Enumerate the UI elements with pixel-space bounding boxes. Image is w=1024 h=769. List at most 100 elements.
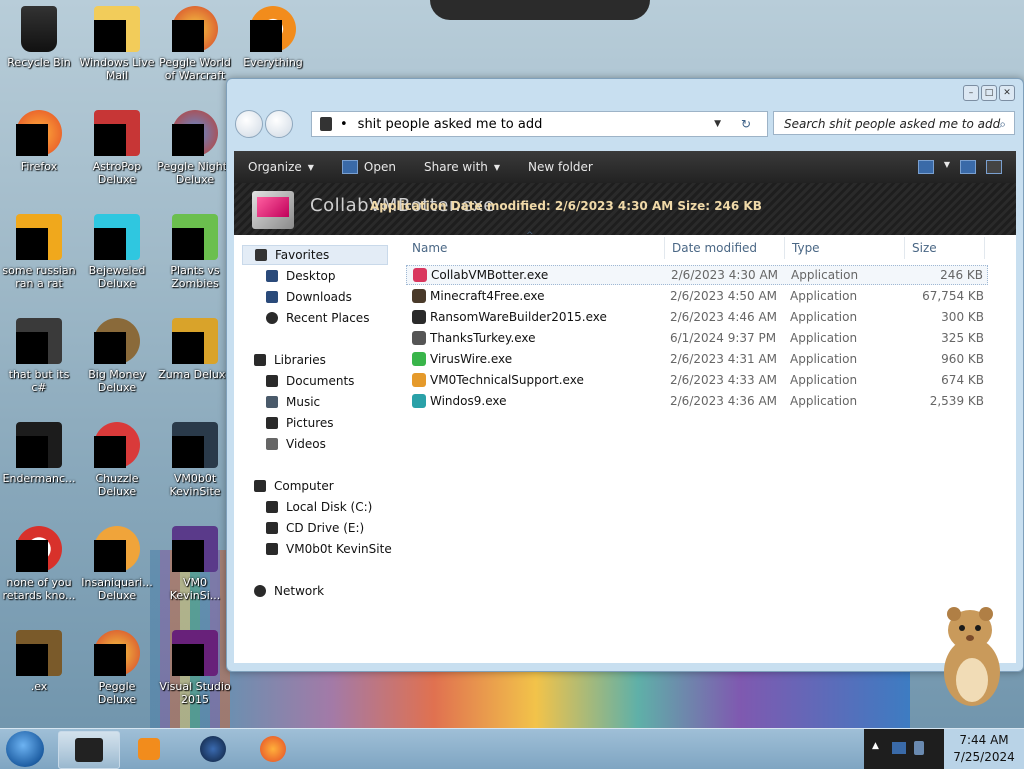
nav-pictures[interactable]: Pictures xyxy=(266,416,334,430)
search-input[interactable]: Search shit people asked me to add ⌕ xyxy=(773,111,1015,135)
desktop-icon-pvz[interactable]: Plants vs Zombies xyxy=(156,208,234,290)
file-name: RansomWareBuilder2015.exe xyxy=(430,310,607,324)
nav-network[interactable]: Network xyxy=(254,584,324,598)
file-row[interactable]: CollabVMBotter.exe 2/6/2023 4:30 AM Appl… xyxy=(406,265,988,285)
taskbar-explorer[interactable] xyxy=(58,731,120,769)
file-size: 67,754 KB xyxy=(922,289,984,303)
nav-local-disk[interactable]: Local Disk (C:) xyxy=(266,500,372,514)
file-list: Name ^ Date modified Type Size CollabVMB… xyxy=(406,231,1016,663)
column-header-date[interactable]: Date modified xyxy=(672,241,757,255)
taskbar: ▲ 7:44 AM 7/25/2024 xyxy=(0,728,1024,769)
file-row[interactable]: RansomWareBuilder2015.exe 2/6/2023 4:46 … xyxy=(406,307,988,327)
desktop-icon-peggle-wow[interactable]: Peggle World of Warcraft xyxy=(156,0,234,82)
share-with-button[interactable]: Share with ▼ xyxy=(410,160,514,174)
nav-videos[interactable]: Videos xyxy=(266,437,326,451)
file-date: 2/6/2023 4:33 AM xyxy=(670,373,778,387)
desktop-icon-insaniquarium[interactable]: Insaniquari... Deluxe xyxy=(78,520,156,602)
address-bar[interactable]: • shit people asked me to add ▼ ↻ xyxy=(311,111,768,137)
nav-cd-drive[interactable]: CD Drive (E:) xyxy=(266,521,364,535)
file-row[interactable]: VirusWire.exe 2/6/2023 4:31 AM Applicati… xyxy=(406,349,988,369)
desktop-icon-recycle-bin[interactable]: Recycle Bin xyxy=(0,0,78,69)
desktop-icon-vm0-kevinsite[interactable]: VM0 KevinSi... xyxy=(156,520,234,602)
desktop-icon-none-of-you[interactable]: none of you retards kno... xyxy=(0,520,78,602)
taskbar-media-player[interactable] xyxy=(120,731,180,767)
file-date: 2/6/2023 4:31 AM xyxy=(670,352,778,366)
file-type: Application xyxy=(790,373,858,387)
desktop-icon-peggle-deluxe[interactable]: Peggle Deluxe xyxy=(78,624,156,706)
desktop-icon-c-sharp[interactable]: that but its c# xyxy=(0,312,78,394)
desktop-icon-vm0b0t[interactable]: VM0b0t KevinSite xyxy=(156,416,234,498)
desktop-icon-astropop[interactable]: AstroPop Deluxe xyxy=(78,104,156,186)
file-size: 2,539 KB xyxy=(929,394,984,408)
column-divider[interactable] xyxy=(784,237,785,259)
clock[interactable]: 7:44 AM 7/25/2024 xyxy=(944,729,1024,769)
nav-label: Computer xyxy=(274,479,334,493)
nav-recent-places[interactable]: Recent Places xyxy=(266,311,369,325)
desktop-icon-ex[interactable]: .ex xyxy=(0,624,78,693)
nav-documents[interactable]: Documents xyxy=(266,374,354,388)
search-icon[interactable]: ⌕ xyxy=(999,112,1006,136)
desktop-icon-label: Big Money Deluxe xyxy=(88,368,146,394)
column-header-type[interactable]: Type xyxy=(792,241,820,255)
column-header-size[interactable]: Size xyxy=(912,241,937,255)
file-row[interactable]: Windos9.exe 2/6/2023 4:36 AM Application… xyxy=(406,391,988,411)
back-button[interactable] xyxy=(235,110,263,138)
taskbar-firefox[interactable] xyxy=(244,731,304,767)
app-icon xyxy=(16,422,62,468)
maximize-button[interactable]: □ xyxy=(981,85,997,101)
file-type: Application xyxy=(790,394,858,408)
nav-favorites[interactable]: Favorites xyxy=(242,245,388,265)
preview-pane-icon[interactable] xyxy=(960,160,976,174)
taskbar-app[interactable] xyxy=(182,731,242,767)
file-date: 2/6/2023 4:30 AM xyxy=(671,268,779,282)
file-name: Minecraft4Free.exe xyxy=(430,289,545,303)
nav-vm0b0t[interactable]: VM0b0t KevinSite xyxy=(266,542,392,556)
chevron-down-icon[interactable]: ▼ xyxy=(714,119,721,129)
file-row[interactable]: VM0TechnicalSupport.exe 2/6/2023 4:33 AM… xyxy=(406,370,988,390)
forward-button[interactable] xyxy=(265,110,293,138)
volume-icon[interactable] xyxy=(914,741,924,755)
desktop-icon-chuzzle[interactable]: Chuzzle Deluxe xyxy=(78,416,156,498)
desktop-icon-russian-rat[interactable]: some russian ran a rat xyxy=(0,208,78,290)
address-path: shit people asked me to add xyxy=(357,116,543,132)
window-controls: – □ ✕ xyxy=(963,85,1015,101)
change-view-icon[interactable] xyxy=(917,160,934,174)
nav-libraries[interactable]: Libraries xyxy=(254,353,326,367)
file-row[interactable]: Minecraft4Free.exe 2/6/2023 4:50 AM Appl… xyxy=(406,286,988,306)
help-icon[interactable] xyxy=(986,160,1002,174)
column-divider[interactable] xyxy=(984,237,985,259)
start-button[interactable] xyxy=(6,731,44,767)
desktop-icon-windows-live-mail[interactable]: Windows Live Mail xyxy=(78,0,156,82)
desktop-icon-endermanch[interactable]: Endermanc... xyxy=(0,416,78,485)
close-button[interactable]: ✕ xyxy=(999,85,1015,101)
nav-downloads[interactable]: Downloads xyxy=(266,290,352,304)
column-divider[interactable] xyxy=(664,237,665,259)
desktop-icon-everything[interactable]: Everything xyxy=(234,0,312,69)
file-date: 2/6/2023 4:36 AM xyxy=(670,394,778,408)
nav-desktop[interactable]: Desktop xyxy=(266,269,336,283)
system-tray: ▲ 7:44 AM 7/25/2024 xyxy=(864,729,1024,769)
minimize-button[interactable]: – xyxy=(963,85,979,101)
desktop-icon-peggle-nights[interactable]: Peggle Nights Deluxe xyxy=(156,104,234,186)
desktop-icon-bejeweled[interactable]: Bejeweled Deluxe xyxy=(78,208,156,290)
column-header-name[interactable]: Name xyxy=(412,241,447,255)
show-hidden-icons-icon[interactable]: ▲ xyxy=(872,741,879,751)
organize-button[interactable]: Organize ▼ xyxy=(234,160,328,174)
desktop-icon-zuma[interactable]: Zuma Deluxe xyxy=(156,312,234,381)
nav-music[interactable]: Music xyxy=(266,395,320,409)
desktop-icon-visual-studio[interactable]: Visual Studio 2015 xyxy=(156,624,234,706)
new-folder-button[interactable]: New folder xyxy=(514,160,607,174)
fish-icon xyxy=(94,526,140,572)
nav-computer[interactable]: Computer xyxy=(254,479,334,493)
desktop-icon-label: Insaniquari... Deluxe xyxy=(81,576,153,602)
desktop-icon-big-money[interactable]: Big Money Deluxe xyxy=(78,312,156,394)
file-row[interactable]: ThanksTurkey.exe 6/1/2024 9:37 PM Applic… xyxy=(406,328,988,348)
refresh-icon[interactable]: ↻ xyxy=(741,117,751,131)
desktop-icon-firefox[interactable]: Firefox xyxy=(0,104,78,173)
chevron-down-icon: ▼ xyxy=(307,162,314,172)
open-button[interactable]: Open xyxy=(328,160,410,174)
file-size: 325 KB xyxy=(941,331,984,345)
column-divider[interactable] xyxy=(904,237,905,259)
network-icon[interactable] xyxy=(892,742,906,754)
chevron-down-icon[interactable]: ▼ xyxy=(944,160,950,174)
